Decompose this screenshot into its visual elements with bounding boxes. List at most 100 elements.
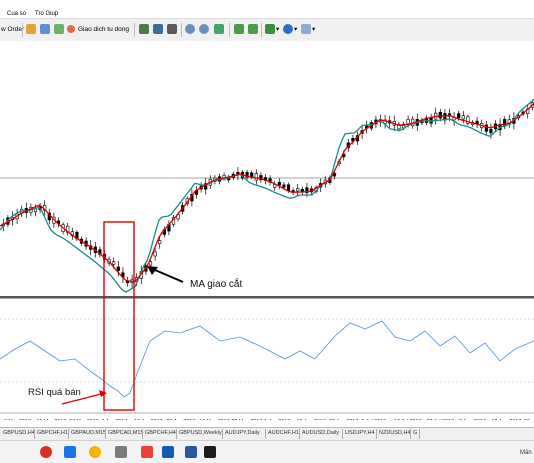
zoom-out-icon[interactable] <box>199 24 209 34</box>
date-label: 18 Apr 2017 <box>134 419 163 420</box>
record-icon[interactable] <box>40 446 52 458</box>
date-label: 22 May 2017 <box>232 419 263 420</box>
gmail-icon[interactable] <box>141 446 153 458</box>
chevron-down-icon[interactable]: ▾ <box>312 24 315 36</box>
options-icon[interactable] <box>40 24 50 34</box>
bar-chart-icon[interactable] <box>139 24 149 34</box>
chart-tab[interactable]: AUDCHF,H1 <box>268 430 299 436</box>
candle-body <box>461 115 465 120</box>
candle-body <box>286 184 291 192</box>
tab-divider <box>342 429 343 439</box>
date-label: 6 Apr 2017 <box>102 419 128 420</box>
chart-tab[interactable]: AUDJPY,Daily <box>225 430 260 436</box>
autoscroll-icon[interactable] <box>248 24 258 34</box>
date-labels: 3 Mar 2017 15 Mar 201727 Mar 20176 Apr 20… <box>4 419 530 425</box>
date-label: 28 Apr 2017 <box>167 419 196 420</box>
file-icon[interactable] <box>115 446 127 458</box>
tab-divider <box>376 429 377 439</box>
window-divider <box>0 296 534 299</box>
menu-window[interactable]: Cua so <box>7 11 26 17</box>
candle-body <box>277 182 281 186</box>
autotrade-icon[interactable] <box>67 25 75 33</box>
tab-divider <box>68 429 69 439</box>
chart-tab[interactable]: GBPAUD,M15 <box>71 430 106 436</box>
chart-tab[interactable]: GBPCHF,H4 <box>145 430 176 436</box>
outlook-icon[interactable] <box>162 446 174 458</box>
chevron-down-icon[interactable]: ▾ <box>276 24 279 36</box>
chart-tab[interactable]: USDJPY,H4 <box>345 430 375 436</box>
rsi-oversold-label: RSI quá bán <box>28 387 81 398</box>
date-label: 23 Jun 2017 <box>329 419 358 420</box>
candle-body <box>489 128 493 134</box>
candle-body <box>484 124 488 132</box>
menu-bar: Cua so Tro Giup <box>0 0 534 18</box>
chart-tab[interactable]: NZDUSD,H4 <box>379 430 410 436</box>
rsi-line <box>0 320 534 398</box>
autotrade-button[interactable]: Giao dich tu dong <box>78 24 129 36</box>
media-icon[interactable] <box>64 446 76 458</box>
chart-shift-icon[interactable] <box>234 24 244 34</box>
chart-canvas: MA giao cắt RSI quá bán 3 Mar 2017 15 Mar… <box>0 99 534 425</box>
templates-icon[interactable] <box>301 24 311 34</box>
periods-icon[interactable] <box>283 24 293 34</box>
date-label: 27 Mar 2017 <box>69 419 99 420</box>
menu-help[interactable]: Tro Giup <box>35 11 58 17</box>
toolbar-separator <box>134 23 135 37</box>
taskbar-label: Măn <box>520 450 532 456</box>
candle-body <box>457 113 461 119</box>
date-label: 17 Jul 2017 <box>394 419 421 420</box>
candle-chart-icon[interactable] <box>153 24 163 34</box>
expert-icon[interactable] <box>54 24 64 34</box>
tab-divider <box>34 429 35 439</box>
ma-fast-line <box>0 102 534 283</box>
new-order-button[interactable]: w Order <box>1 24 24 36</box>
tab-divider <box>299 429 300 439</box>
history-icon[interactable] <box>26 24 36 34</box>
date-label: 8 Aug 2017 <box>459 419 486 420</box>
date-label: 18 Aug 2017 <box>492 419 522 420</box>
zoom-in-icon[interactable] <box>185 24 195 34</box>
chart-tab[interactable]: G <box>413 430 417 436</box>
chart-tab[interactable]: AUDUSD,Daily <box>302 430 339 436</box>
chart-tabs: GBPUSD,H4 GBPCHF,H1 GBPAUD,M15 GBPCAD,M15 GB… <box>0 427 534 440</box>
price-chart[interactable]: MA giao cắt RSI quá bán 3 Mar 2017 15 Mar… <box>0 41 534 425</box>
tab-divider <box>410 429 411 439</box>
indicators-icon[interactable] <box>265 24 275 34</box>
tab-divider <box>142 429 143 439</box>
candle-body <box>158 240 162 244</box>
chevron-down-icon[interactable]: ▾ <box>294 24 297 36</box>
toolbar-separator <box>181 23 182 37</box>
candlesticks <box>1 99 534 288</box>
chart-tab[interactable]: GBPCAD,M15 <box>108 430 143 436</box>
line-chart-icon[interactable] <box>167 24 177 34</box>
date-label: 13 Jun 2017 <box>297 419 326 420</box>
candle-body <box>438 111 442 119</box>
tile-windows-icon[interactable] <box>214 24 224 34</box>
chart-tab[interactable]: GBPCHF,H1 <box>37 430 68 436</box>
candle-body <box>153 251 157 257</box>
ma-slow-line <box>0 99 534 293</box>
chart-tab[interactable]: GBPUSD,Weekly <box>179 430 222 436</box>
rsi-oversold-arrow-head <box>99 390 107 397</box>
ma-cross-label: MA giao cắt <box>190 277 242 290</box>
toolbar: w Order Giao dich tu dong ▾ ▾ ▾ <box>0 18 534 43</box>
date-label: 1 Jun 2017 <box>264 419 290 420</box>
metatrader-icon[interactable] <box>204 446 216 458</box>
tab-divider <box>222 429 223 439</box>
candle-body <box>112 261 116 265</box>
tab-divider <box>419 429 420 439</box>
date-label: 3 Mar 2017 <box>4 419 31 420</box>
tab-divider <box>105 429 106 439</box>
date-label: 10 May 2017 <box>199 419 230 420</box>
chrome-icon[interactable] <box>89 446 101 458</box>
toolbar-separator <box>229 23 230 37</box>
candle-body <box>406 119 410 124</box>
chart-tab[interactable]: GBPUSD,H4 <box>3 430 35 436</box>
toolbar-separator <box>261 23 262 37</box>
word-icon[interactable] <box>185 446 197 458</box>
tab-divider <box>265 429 266 439</box>
candle-body <box>296 188 300 192</box>
date-label: 5 Jul 2017 <box>362 419 386 420</box>
taskbar: Măn <box>0 440 534 463</box>
candle-body <box>254 173 258 181</box>
